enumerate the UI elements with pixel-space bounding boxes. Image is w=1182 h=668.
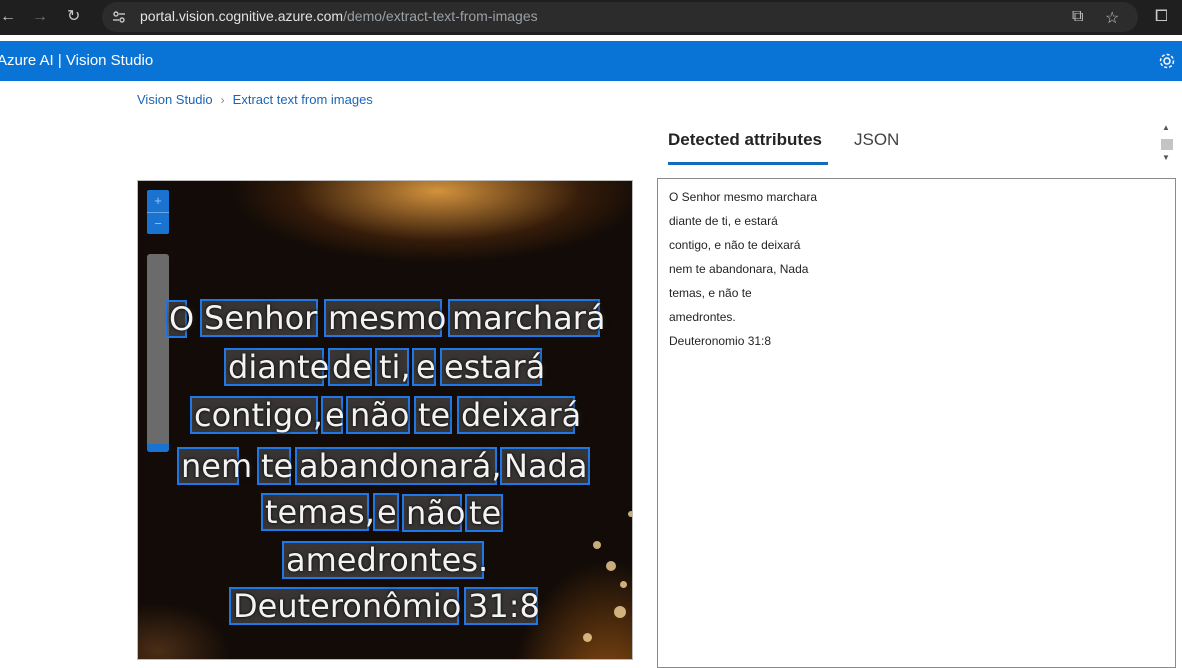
ocr-word-box[interactable]: contigo, [190,396,323,434]
tab-detected-label: Detected attributes [668,130,822,149]
ocr-word-box[interactable]: Senhor [200,299,318,337]
ocr-word-box[interactable]: mesmo [324,299,446,337]
ocr-word-box[interactable]: te [257,447,293,485]
sparkle [606,561,616,571]
image-preview[interactable]: + − O Senhor mesmo marchará diante de ti… [137,180,633,660]
extracted-line: temas, e não te [669,286,752,300]
url-host: portal.vision.cognitive.azure.com [140,8,344,24]
ocr-word-box[interactable]: temas, [261,493,375,531]
address-bar[interactable]: portal.vision.cognitive.azure.com/demo/e… [102,2,1138,32]
sparkle [628,511,632,517]
browser-toolbar: ← → ↻ portal.vision.cognitive.azure.com/… [0,0,1182,35]
zoom-in-button[interactable]: + [147,190,169,212]
ocr-word-box[interactable]: estará [440,348,545,386]
zoom-slider-thumb[interactable] [147,444,169,452]
ocr-word-box[interactable]: 31:8 [464,587,540,625]
ocr-word-box[interactable]: Nada [500,447,590,485]
ocr-word-box[interactable]: amedrontes. [282,541,488,579]
extracted-line: contigo, e não te deixará [669,238,801,252]
sparkle [620,581,627,588]
sparkle [583,633,592,642]
ocr-word-box[interactable]: Deuteronômio [229,587,461,625]
app-title[interactable]: Azure AI | Vision Studio [0,52,153,69]
scroll-thumb[interactable] [1161,139,1173,150]
extensions-icon[interactable]: ⧠ [1155,7,1168,27]
bookmark-star-icon[interactable]: ☆ [1105,8,1119,28]
ocr-word-box[interactable]: O [165,300,194,338]
ocr-word-box[interactable]: abandonará, [295,447,502,485]
breadcrumb: Vision Studio › Extract text from images [137,92,373,107]
ocr-word-box[interactable]: e [321,396,345,434]
ocr-word-box[interactable]: diante [224,348,329,386]
extracted-text-panel: O Senhor mesmo marchara diante de ti, e … [657,178,1176,668]
zoom-out-button[interactable]: − [147,213,169,235]
ocr-word-box[interactable]: de [328,348,372,386]
breadcrumb-vision-studio[interactable]: Vision Studio [137,92,213,107]
settings-gear-icon[interactable] [1158,52,1176,70]
scroll-down-icon[interactable]: ▼ [1162,153,1170,162]
ocr-word-box[interactable]: e [412,348,436,386]
tab-json[interactable]: JSON [854,130,899,150]
ocr-word-box[interactable]: te [414,396,452,434]
extracted-line: Deuteronomio 31:8 [669,334,772,348]
ocr-word-box[interactable]: nem [177,447,252,485]
sparkle [593,541,601,549]
ocr-word-box[interactable]: não [346,396,410,434]
app-header: Azure AI | Vision Studio [0,41,1182,81]
url-text[interactable]: portal.vision.cognitive.azure.com/demo/e… [140,8,538,24]
extracted-line: nem te abandonara, Nada [669,262,809,276]
translate-icon[interactable]: ⧉ [1072,8,1083,26]
chevron-right-icon: › [220,93,225,107]
breadcrumb-extract-text[interactable]: Extract text from images [233,92,373,107]
site-settings-icon[interactable] [112,10,126,24]
back-icon[interactable]: ← [0,7,16,27]
scroll-up-icon[interactable]: ▲ [1162,123,1170,132]
ocr-word-box[interactable]: deixará [457,396,581,434]
ocr-word-box[interactable]: e [373,493,399,531]
extracted-line: diante de ti, e estará [669,214,778,228]
ocr-word-box[interactable]: marchará [448,299,605,337]
tab-underline [668,162,828,165]
zoom-slider[interactable] [147,254,169,452]
ocr-word-box[interactable]: ti, [375,348,411,386]
tab-detected-attributes[interactable]: Detected attributes [668,130,828,165]
ocr-word-box[interactable]: te [465,494,503,532]
panel-scrollbar[interactable]: ▲ ▼ [1159,123,1175,166]
url-path: /demo/extract-text-from-images [343,8,538,24]
ocr-word-box[interactable]: não [402,494,465,532]
extracted-line: amedrontes. [669,310,736,324]
reload-icon[interactable]: ↻ [67,7,80,27]
sparkle [614,606,626,618]
zoom-controls: + − [147,190,169,234]
forward-icon[interactable]: → [32,7,48,27]
tab-json-label: JSON [854,130,900,149]
extracted-line: O Senhor mesmo marchara [669,190,818,204]
